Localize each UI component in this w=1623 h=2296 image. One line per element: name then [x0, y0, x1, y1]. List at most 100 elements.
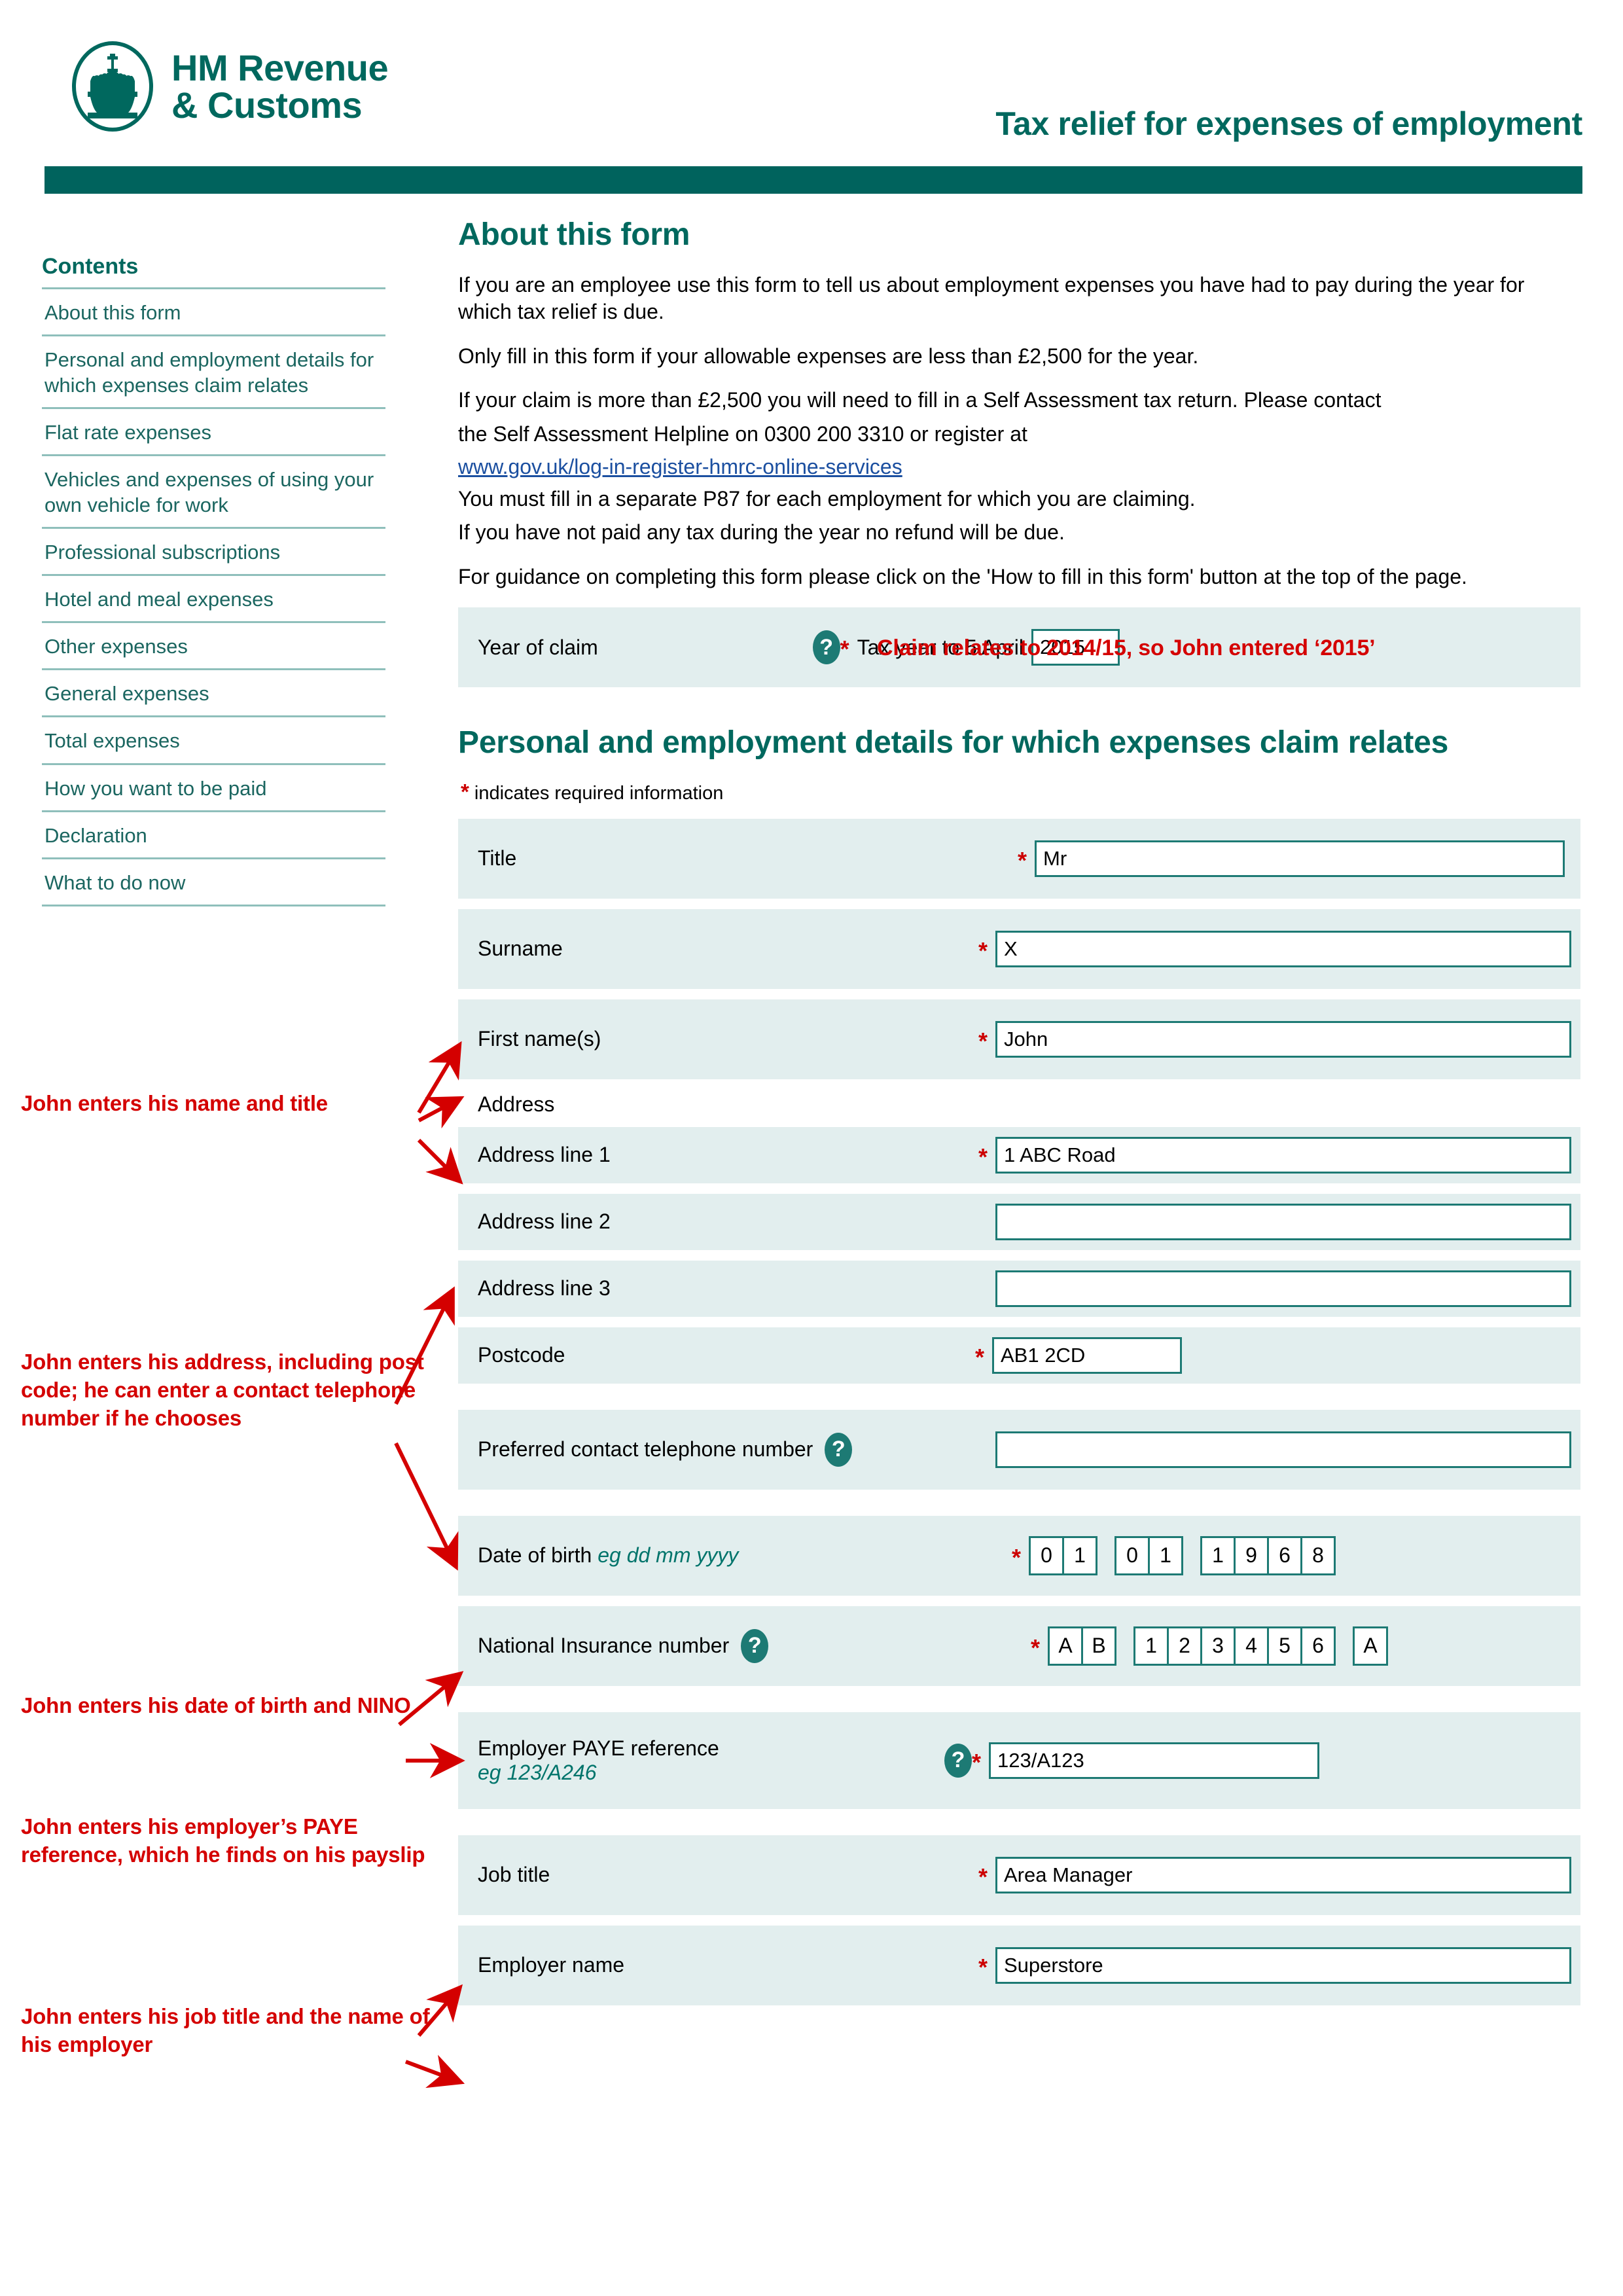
- first-names-input[interactable]: John: [995, 1020, 1571, 1058]
- dob-year-char-3[interactable]: 6: [1267, 1535, 1302, 1575]
- annotation-year-of-claim: Claim relates to 2014/15, so John entere…: [877, 636, 1376, 660]
- dob-day-char-1[interactable]: 0: [1029, 1535, 1064, 1575]
- question-mark-icon[interactable]: ?: [741, 1628, 769, 1663]
- address-line-1-label: Address line 1: [478, 1143, 611, 1167]
- about-paragraph-3: If your claim is more than £2,500 you wi…: [458, 388, 1382, 412]
- job-title-row: Job title * Area Manager: [458, 1835, 1580, 1915]
- national-insurance-boxes: A B 1 2 3 4 5 6 A: [1048, 1626, 1388, 1666]
- year-of-claim-label: Year of claim: [478, 635, 598, 659]
- required-note-text: indicates required information: [474, 782, 724, 804]
- address-line-3-label: Address line 3: [478, 1276, 611, 1300]
- sidebar-item-total-expenses[interactable]: Total expenses: [42, 715, 385, 762]
- about-paragraph-2: Only fill in this form if your allowable…: [458, 344, 1199, 368]
- dob-year-char-2[interactable]: 9: [1234, 1535, 1269, 1575]
- required-asterisk: *: [1030, 1634, 1040, 1661]
- annotation-name-and-title: John enters his name and title: [21, 1091, 328, 1115]
- question-mark-icon[interactable]: ?: [812, 630, 840, 665]
- dob-day-char-2[interactable]: 1: [1062, 1535, 1097, 1575]
- header-divider-bar: [45, 166, 1582, 194]
- nino-digit-6[interactable]: 6: [1300, 1626, 1336, 1666]
- question-mark-icon[interactable]: ?: [944, 1743, 972, 1778]
- annotation-job-and-employer: John enters his job title and the name o…: [21, 2004, 430, 2056]
- hmrc-crown-icon: [72, 41, 153, 132]
- sidebar-item-hotel-meal-expenses[interactable]: Hotel and meal expenses: [42, 574, 385, 621]
- nino-digit-2[interactable]: 2: [1167, 1626, 1202, 1666]
- dob-month-char-1[interactable]: 0: [1115, 1535, 1150, 1575]
- dob-month-boxes[interactable]: 0 1: [1115, 1535, 1183, 1575]
- sidebar-item-professional-subs[interactable]: Professional subscriptions: [42, 527, 385, 574]
- employer-paye-reference-hint: eg 123/A246: [478, 1760, 597, 1784]
- sidebar-item-declaration[interactable]: Declaration: [42, 810, 385, 857]
- postcode-row: Postcode * AB1 2CD: [458, 1327, 1580, 1384]
- surname-label: Surname: [478, 937, 563, 961]
- dob-year-char-4[interactable]: 8: [1300, 1535, 1336, 1575]
- national-insurance-label: National Insurance number: [478, 1634, 730, 1658]
- hmrc-online-services-link[interactable]: www.gov.uk/log-in-register-hmrc-online-s…: [458, 455, 902, 479]
- sidebar-item-how-you-want-to-be-paid[interactable]: How you want to be paid: [42, 762, 385, 810]
- address-line-2-label: Address line 2: [478, 1210, 611, 1234]
- nino-digit-4[interactable]: 4: [1234, 1626, 1269, 1666]
- page-header: HM Revenue & Customs Tax relief for expe…: [0, 0, 1623, 196]
- dob-year-boxes[interactable]: 1 9 6 8: [1200, 1535, 1336, 1575]
- required-asterisk: *: [840, 636, 849, 663]
- sidebar-item-personal-details[interactable]: Personal and employment details for whic…: [42, 334, 385, 407]
- required-asterisk: *: [978, 1143, 988, 1170]
- nino-suffix-boxes[interactable]: A: [1353, 1626, 1388, 1666]
- first-names-row: First name(s) * John: [458, 999, 1580, 1079]
- sidebar-item-general-expenses[interactable]: General expenses: [42, 668, 385, 715]
- postcode-label: Postcode: [478, 1343, 565, 1367]
- date-of-birth-hint: eg dd mm yyyy: [597, 1543, 739, 1568]
- address-line-2-input[interactable]: [995, 1203, 1571, 1240]
- employer-name-row: Employer name * Superstore: [458, 1925, 1580, 2005]
- required-asterisk: *: [978, 1953, 988, 1981]
- arrow-to-first-names: [417, 1138, 463, 1185]
- sidebar-item-other-expenses[interactable]: Other expenses: [42, 621, 385, 668]
- about-this-form-heading: About this form: [458, 217, 690, 252]
- about-paragraph-6: If you have not paid any tax during the …: [458, 520, 1065, 545]
- job-title-input[interactable]: Area Manager: [995, 1856, 1571, 1893]
- sidebar-item-about-this-form[interactable]: About this form: [42, 287, 385, 334]
- sidebar-item-vehicles[interactable]: Vehicles and expenses of using your own …: [42, 454, 385, 527]
- postcode-input[interactable]: AB1 2CD: [992, 1336, 1182, 1374]
- required-asterisk: *: [971, 1748, 981, 1776]
- national-insurance-row: National Insurance number ? * A B 1 2 3 …: [458, 1605, 1580, 1686]
- nino-digit-5[interactable]: 5: [1267, 1626, 1302, 1666]
- nino-prefix-char-2[interactable]: B: [1081, 1626, 1116, 1666]
- nino-digit-3[interactable]: 3: [1200, 1626, 1236, 1666]
- required-asterisk: *: [1011, 1543, 1021, 1571]
- employer-paye-reference-input[interactable]: 123/A123: [989, 1742, 1319, 1779]
- address-line-3-input[interactable]: [995, 1270, 1571, 1307]
- dob-year-char-1[interactable]: 1: [1200, 1535, 1236, 1575]
- title-input[interactable]: Mr: [1035, 840, 1565, 877]
- nino-prefix-char-1[interactable]: A: [1048, 1626, 1083, 1666]
- employer-paye-reference-label: Employer PAYE reference eg 123/A246: [478, 1736, 719, 1784]
- title-row: Title * Mr: [458, 818, 1580, 899]
- date-of-birth-row: Date of birth eg dd mm yyyy * 0 1 0 1 1 …: [458, 1515, 1580, 1596]
- title-label: Title: [478, 846, 517, 870]
- about-paragraph-5: You must fill in a separate P87 for each…: [458, 486, 1196, 511]
- preferred-telephone-label: Preferred contact telephone number: [478, 1437, 813, 1462]
- dob-day-boxes[interactable]: 0 1: [1029, 1535, 1097, 1575]
- date-of-birth-boxes: 0 1 0 1 1 9 6 8: [1029, 1535, 1336, 1575]
- required-asterisk: *: [1017, 846, 1027, 874]
- nino-prefix-boxes[interactable]: A B: [1048, 1626, 1116, 1666]
- sidebar-item-what-to-do-now[interactable]: What to do now: [42, 857, 385, 906]
- contents-sidebar: Contents About this form Personal and em…: [42, 254, 385, 906]
- surname-row: Surname * X: [458, 908, 1580, 989]
- sidebar-item-flat-rate-expenses[interactable]: Flat rate expenses: [42, 407, 385, 454]
- question-mark-icon[interactable]: ?: [825, 1432, 853, 1467]
- address-caption: Address: [478, 1092, 555, 1116]
- arrow-to-employer-name: [404, 2054, 465, 2089]
- surname-input[interactable]: X: [995, 930, 1571, 967]
- dob-month-char-2[interactable]: 1: [1148, 1535, 1183, 1575]
- employer-name-input[interactable]: Superstore: [995, 1946, 1571, 1984]
- preferred-telephone-input[interactable]: [995, 1431, 1571, 1468]
- about-paragraph-7: For guidance on completing this form ple…: [458, 564, 1467, 588]
- nino-digit-boxes[interactable]: 1 2 3 4 5 6: [1133, 1626, 1336, 1666]
- main-content: About this form If you are an employee u…: [458, 216, 1580, 2016]
- preferred-telephone-row: Preferred contact telephone number ? *: [458, 1409, 1580, 1490]
- nino-digit-1[interactable]: 1: [1133, 1626, 1169, 1666]
- address-line-1-input[interactable]: 1 ABC Road: [995, 1136, 1571, 1174]
- personal-details-heading: Personal and employment details for whic…: [458, 725, 1449, 761]
- nino-suffix-char-1[interactable]: A: [1353, 1626, 1388, 1666]
